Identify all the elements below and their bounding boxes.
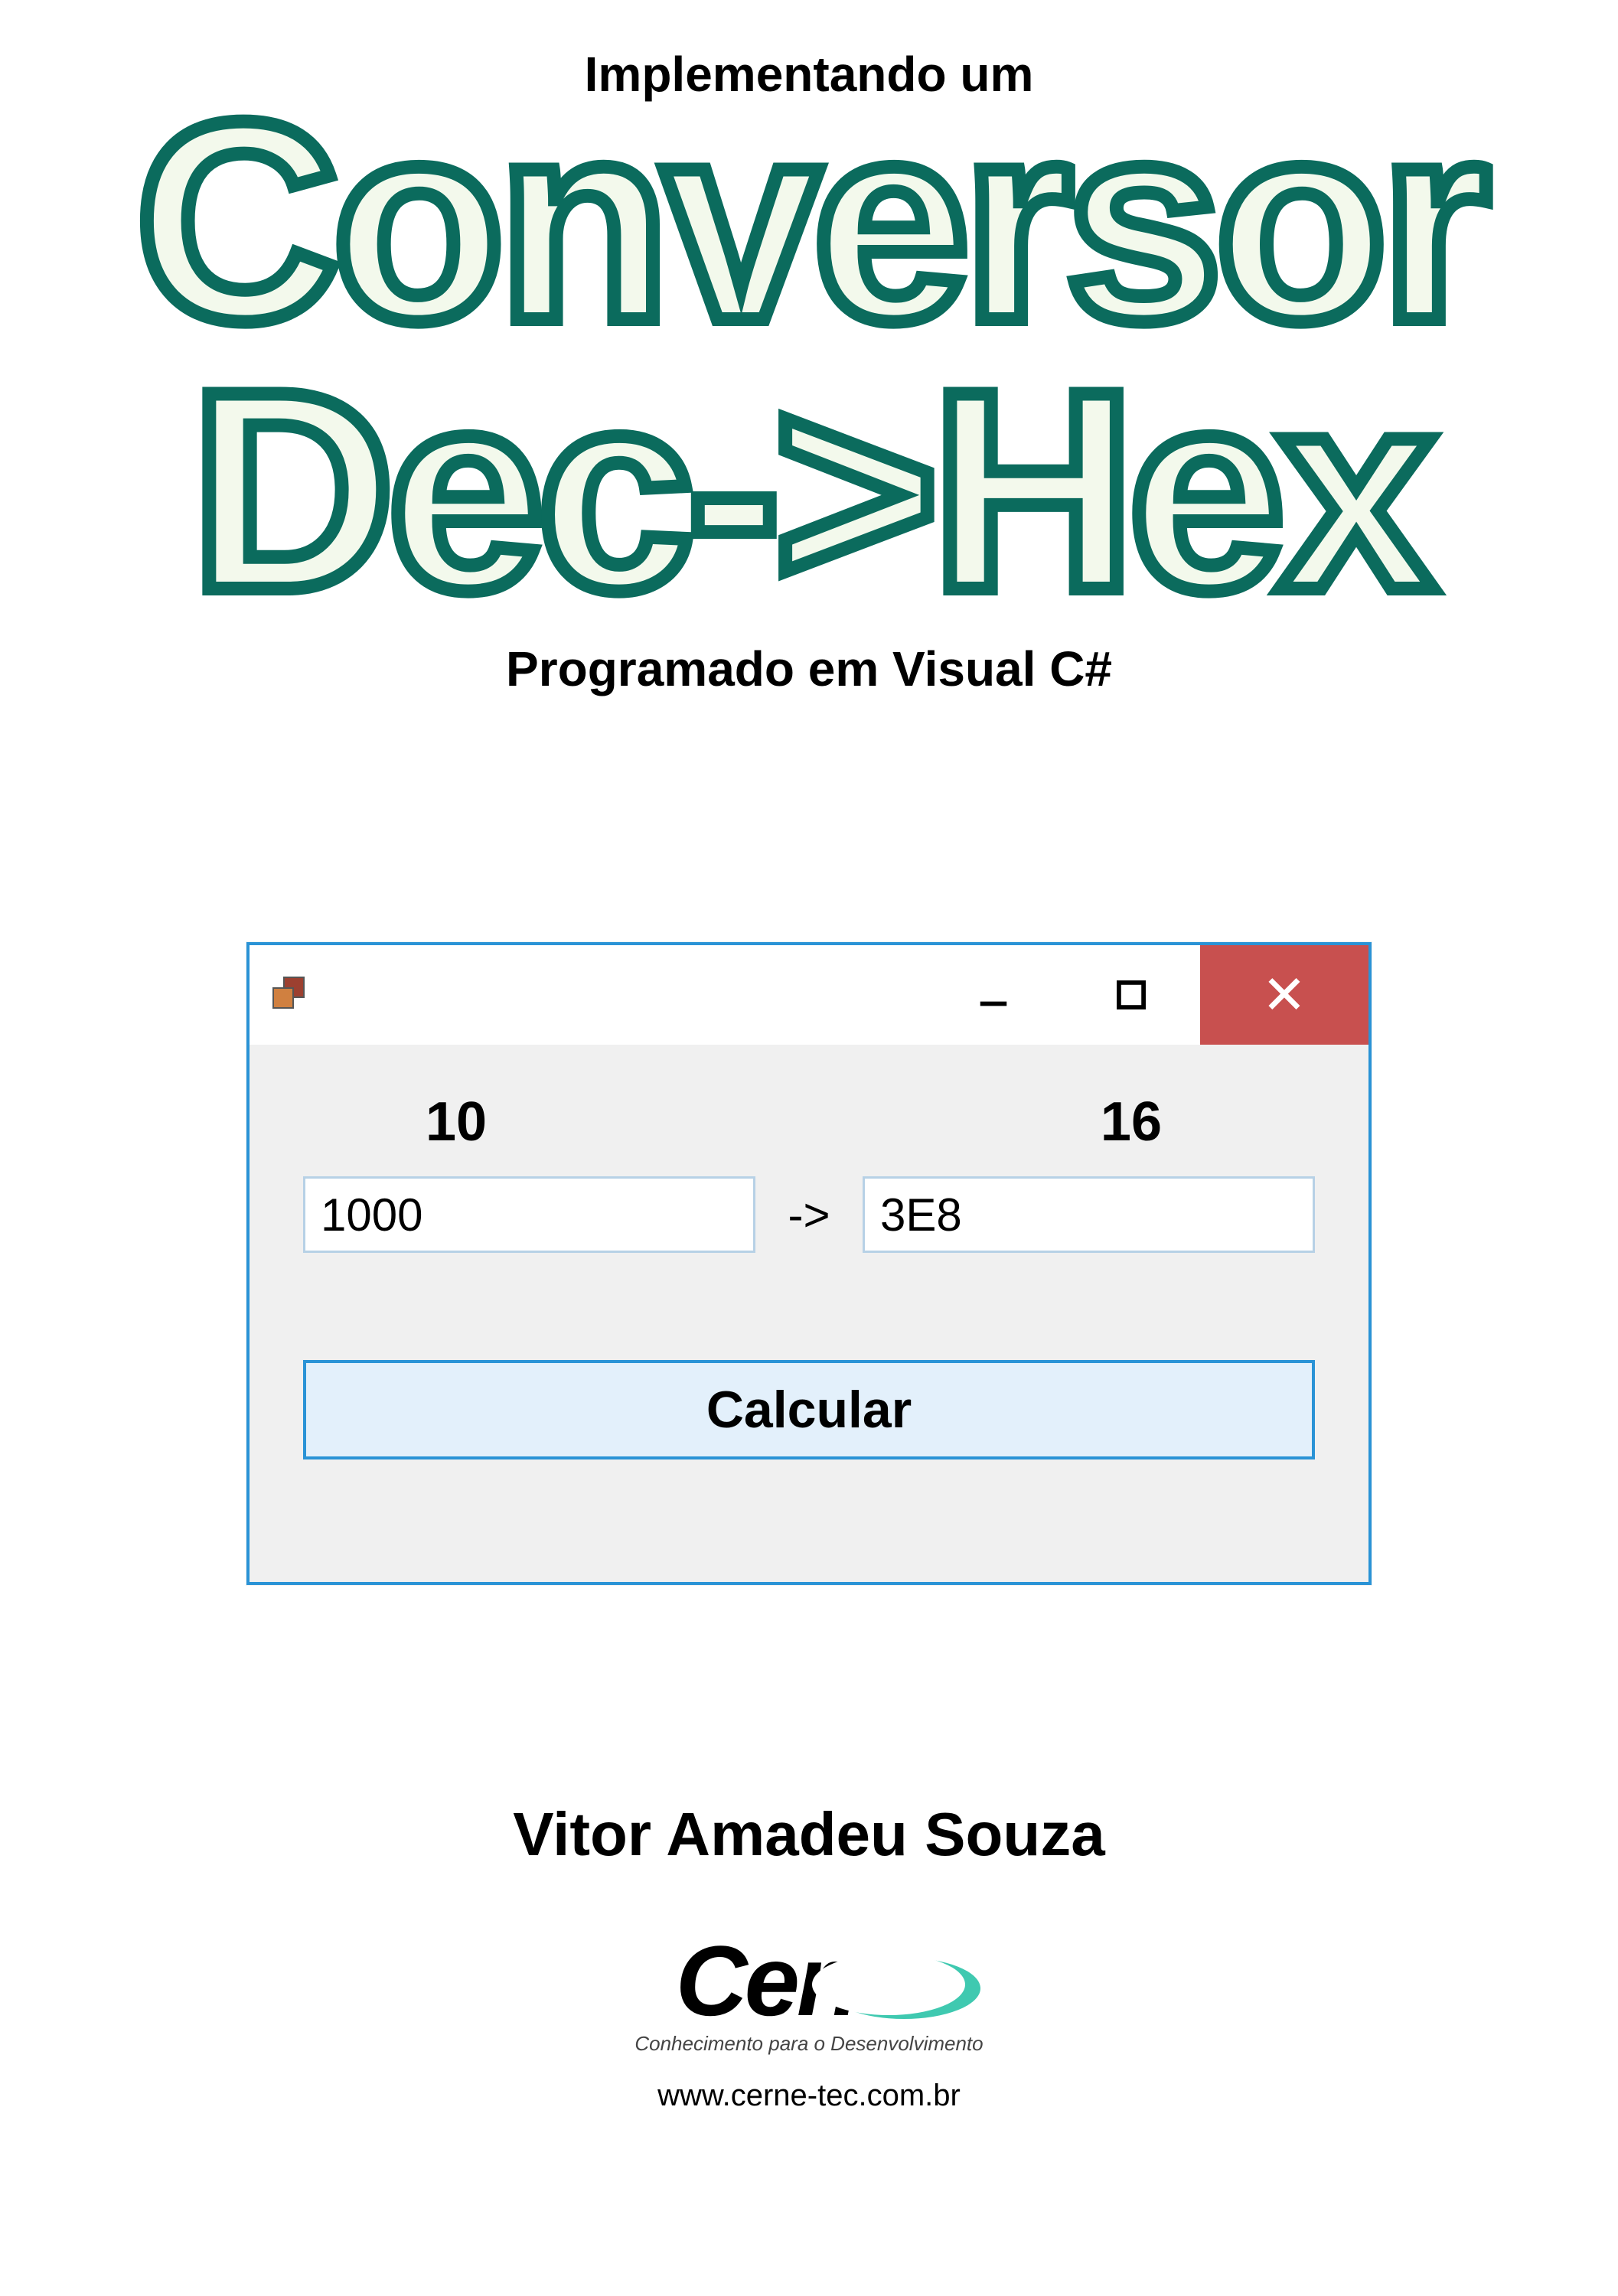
app-icon	[272, 977, 309, 1013]
titlebar[interactable]: ✕	[250, 945, 1368, 1045]
logo-url: www.cerne-tec.com.br	[657, 2079, 961, 2113]
hex-output[interactable]: 3E8	[863, 1176, 1315, 1253]
book-cover: Implementando um Conversor Dec->Hex Prog…	[0, 0, 1618, 2296]
maximize-button[interactable]	[1062, 945, 1200, 1045]
logo-swoosh-icon	[789, 1946, 988, 2030]
hex-base-label: 16	[1101, 1091, 1162, 1153]
arrow-label: ->	[778, 1189, 840, 1241]
title-line-1: Conversor	[135, 87, 1483, 357]
decimal-base-label: 10	[426, 1091, 487, 1153]
form-body: 10 16 1000 -> 3E8 Calcular	[250, 1045, 1368, 1498]
decimal-input[interactable]: 1000	[303, 1176, 755, 1253]
app-window: ✕ 10 16 1000 -> 3E8 Calcular	[246, 942, 1372, 1585]
calculate-button[interactable]: Calcular	[303, 1360, 1315, 1459]
title-line-2: Dec->Hex	[191, 357, 1428, 626]
publisher-logo: Cerne Conhecimento para o Desenvolviment…	[634, 1923, 983, 2113]
close-icon: ✕	[1262, 964, 1307, 1026]
minimize-button[interactable]	[925, 945, 1062, 1045]
window-controls: ✕	[925, 945, 1368, 1045]
author-name: Vitor Amadeu Souza	[513, 1799, 1104, 1870]
subtitle: Programado em Visual C#	[506, 641, 1112, 697]
close-button[interactable]: ✕	[1200, 945, 1368, 1045]
